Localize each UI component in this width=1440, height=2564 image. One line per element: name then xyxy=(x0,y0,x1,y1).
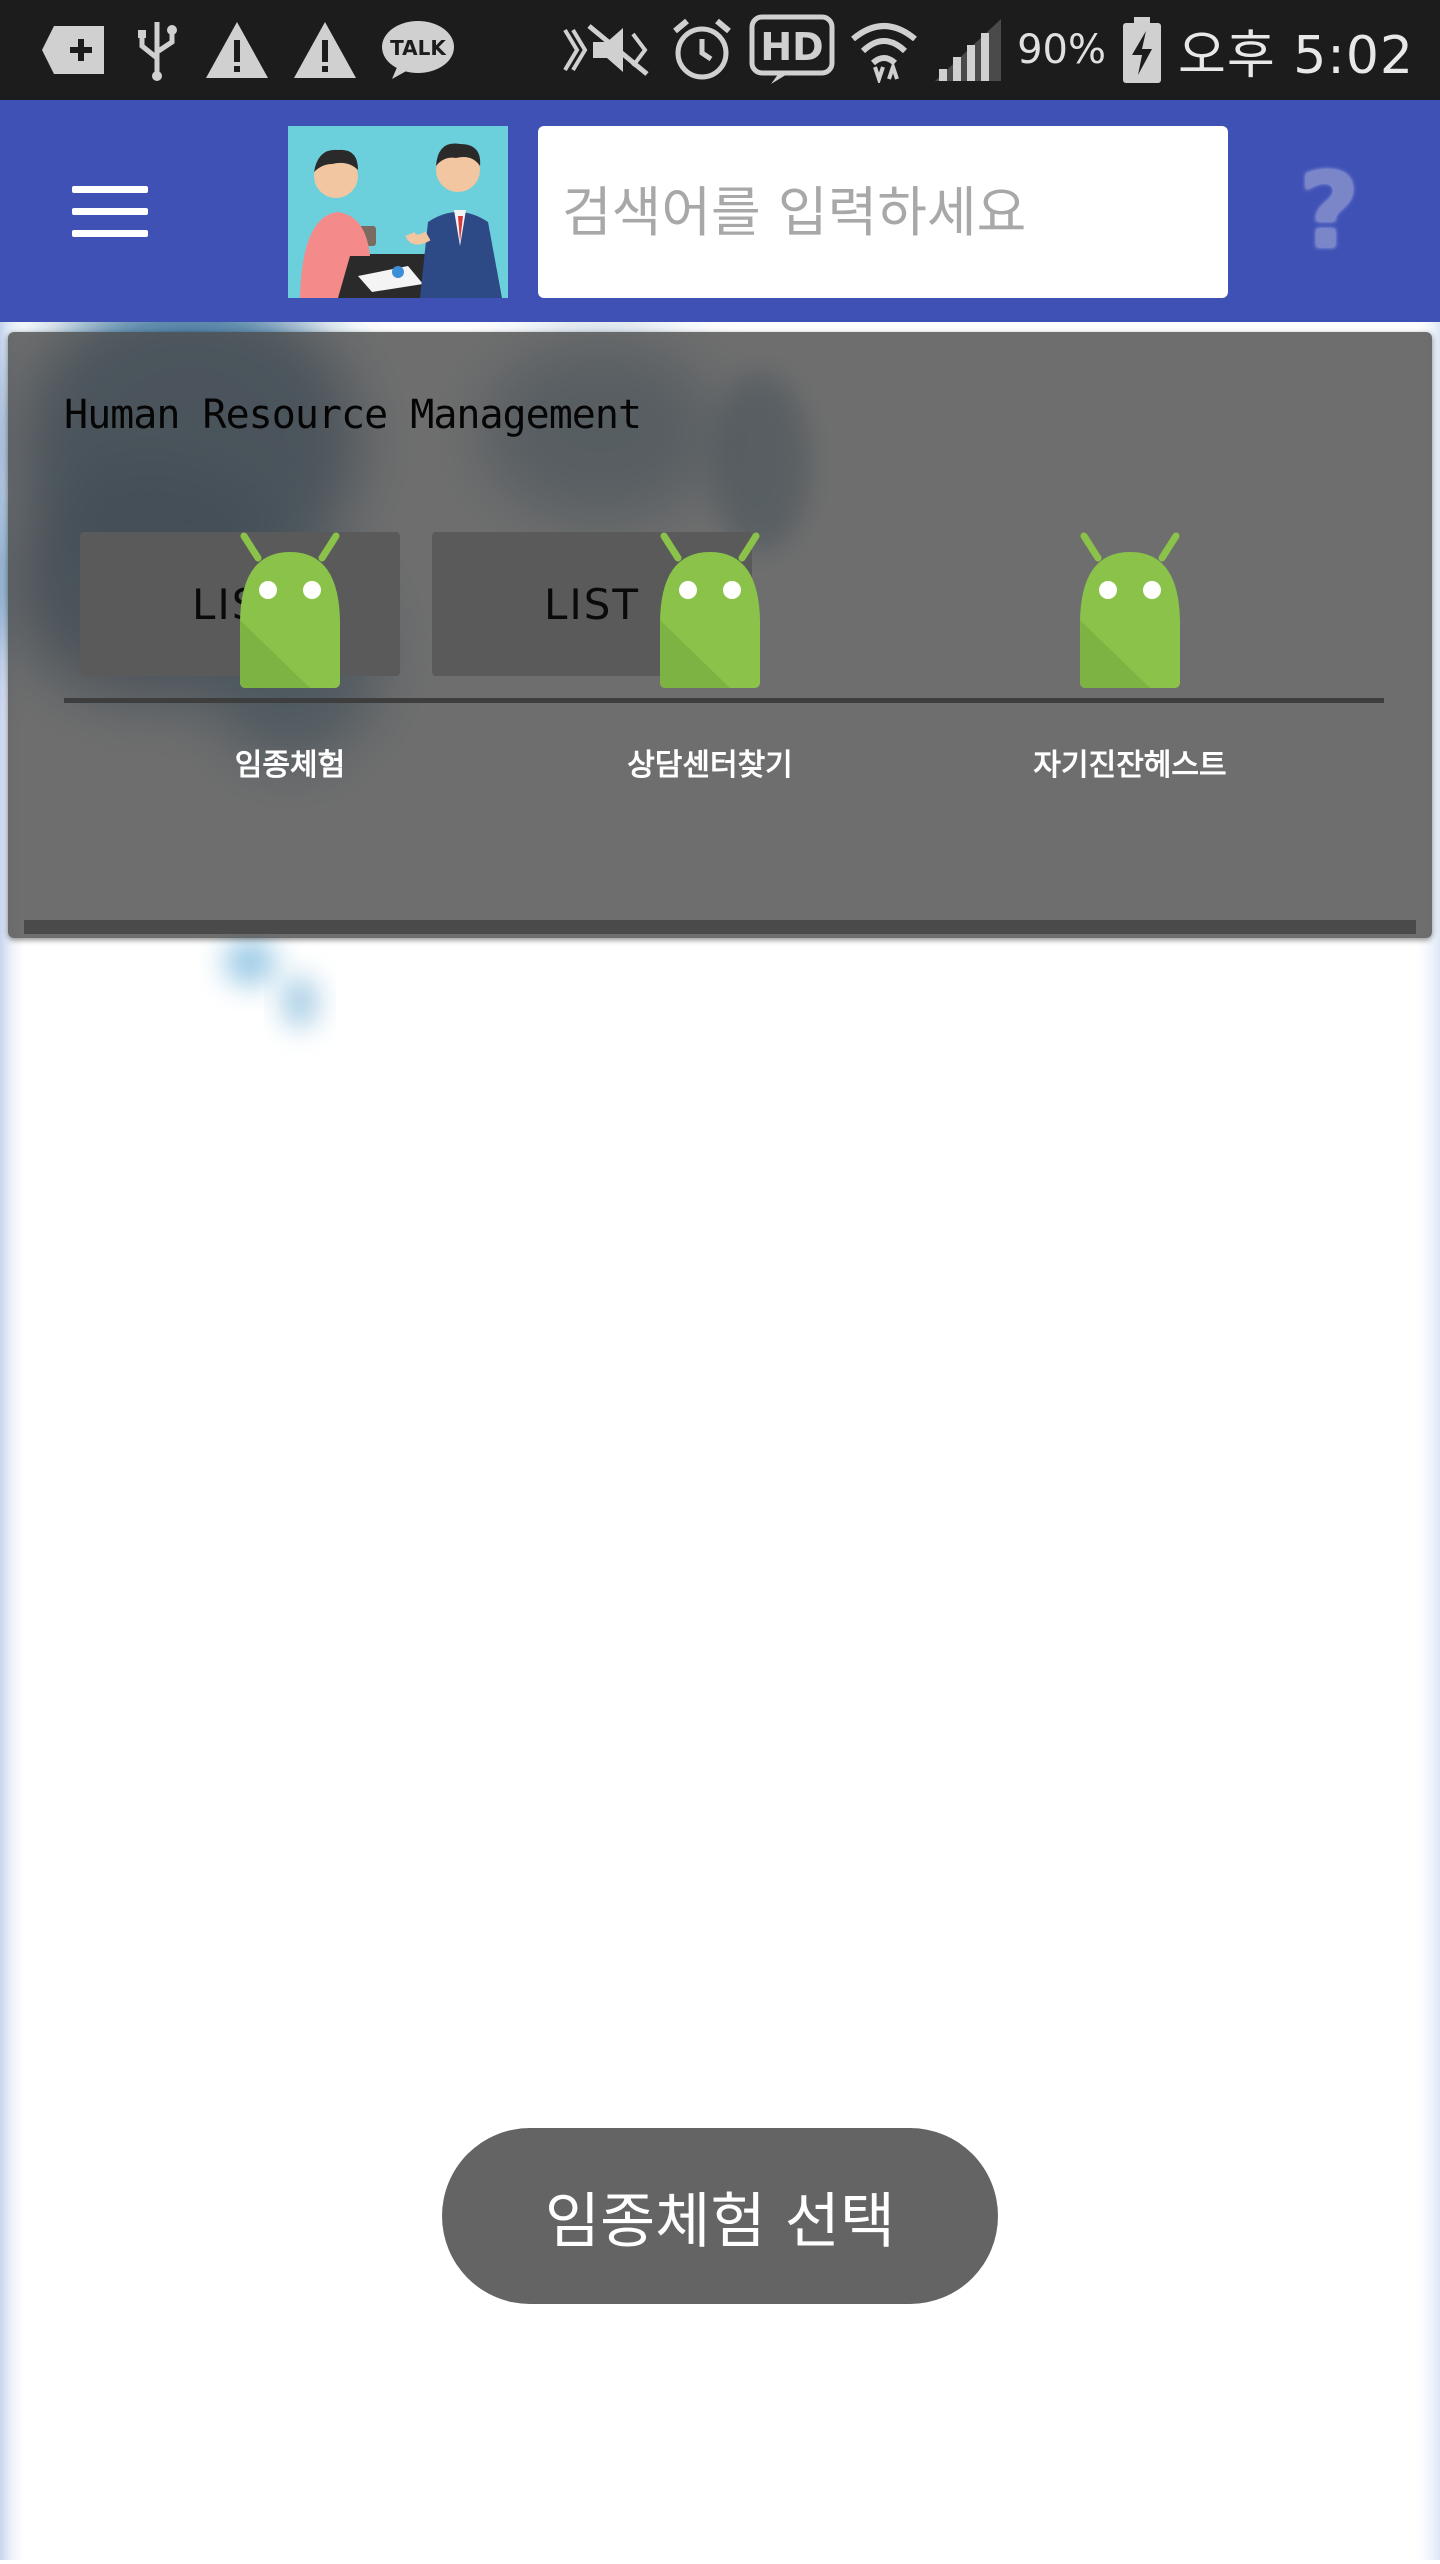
signal-icon xyxy=(933,17,1003,83)
app-logo xyxy=(288,126,508,298)
svg-text:HD: HD xyxy=(760,25,823,69)
search-input[interactable] xyxy=(538,126,1228,298)
system-icons: HD 90% 오후 5:02 xyxy=(559,0,1414,100)
warning-icon xyxy=(204,20,270,80)
svg-text:TALK: TALK xyxy=(390,36,447,60)
usb-icon xyxy=(132,18,182,82)
item-label-3: 자기진잔헤스트 xyxy=(1033,748,1227,783)
help-icon[interactable]: ? xyxy=(1296,156,1362,266)
panel-footer-bar xyxy=(24,920,1416,934)
android-icon-2[interactable] xyxy=(630,532,790,692)
mute-icon xyxy=(559,20,655,80)
kakao-talk-icon: TALK xyxy=(380,19,456,81)
battery-charging-icon xyxy=(1120,15,1164,85)
warning-icon xyxy=(292,20,358,80)
item-label-1: 임종체험 xyxy=(234,748,346,783)
android-icon-3[interactable] xyxy=(1050,532,1210,692)
panel-title: Human Resource Management xyxy=(64,392,642,438)
battery-percent: 90% xyxy=(1017,27,1107,73)
menu-panel: Human Resource Management LIST LIST 임종체험… xyxy=(8,332,1432,938)
status-bar: TALK HD 90% 오후 5:02 xyxy=(0,0,1440,100)
panel-divider xyxy=(64,698,1384,703)
alarm-icon xyxy=(669,17,735,83)
clock: 오후 5:02 xyxy=(1178,25,1414,86)
android-icon-1[interactable] xyxy=(210,532,370,692)
add-box-icon xyxy=(40,22,110,78)
notification-icons: TALK xyxy=(40,0,456,100)
app-bar: ? xyxy=(0,100,1440,322)
item-label-2: 상담센터찾기 xyxy=(627,748,793,783)
hd-icon: HD xyxy=(749,14,835,86)
menu-icon[interactable] xyxy=(72,182,148,242)
wifi-icon xyxy=(849,17,919,83)
toast-message: 임종체험 선택 xyxy=(442,2128,998,2304)
